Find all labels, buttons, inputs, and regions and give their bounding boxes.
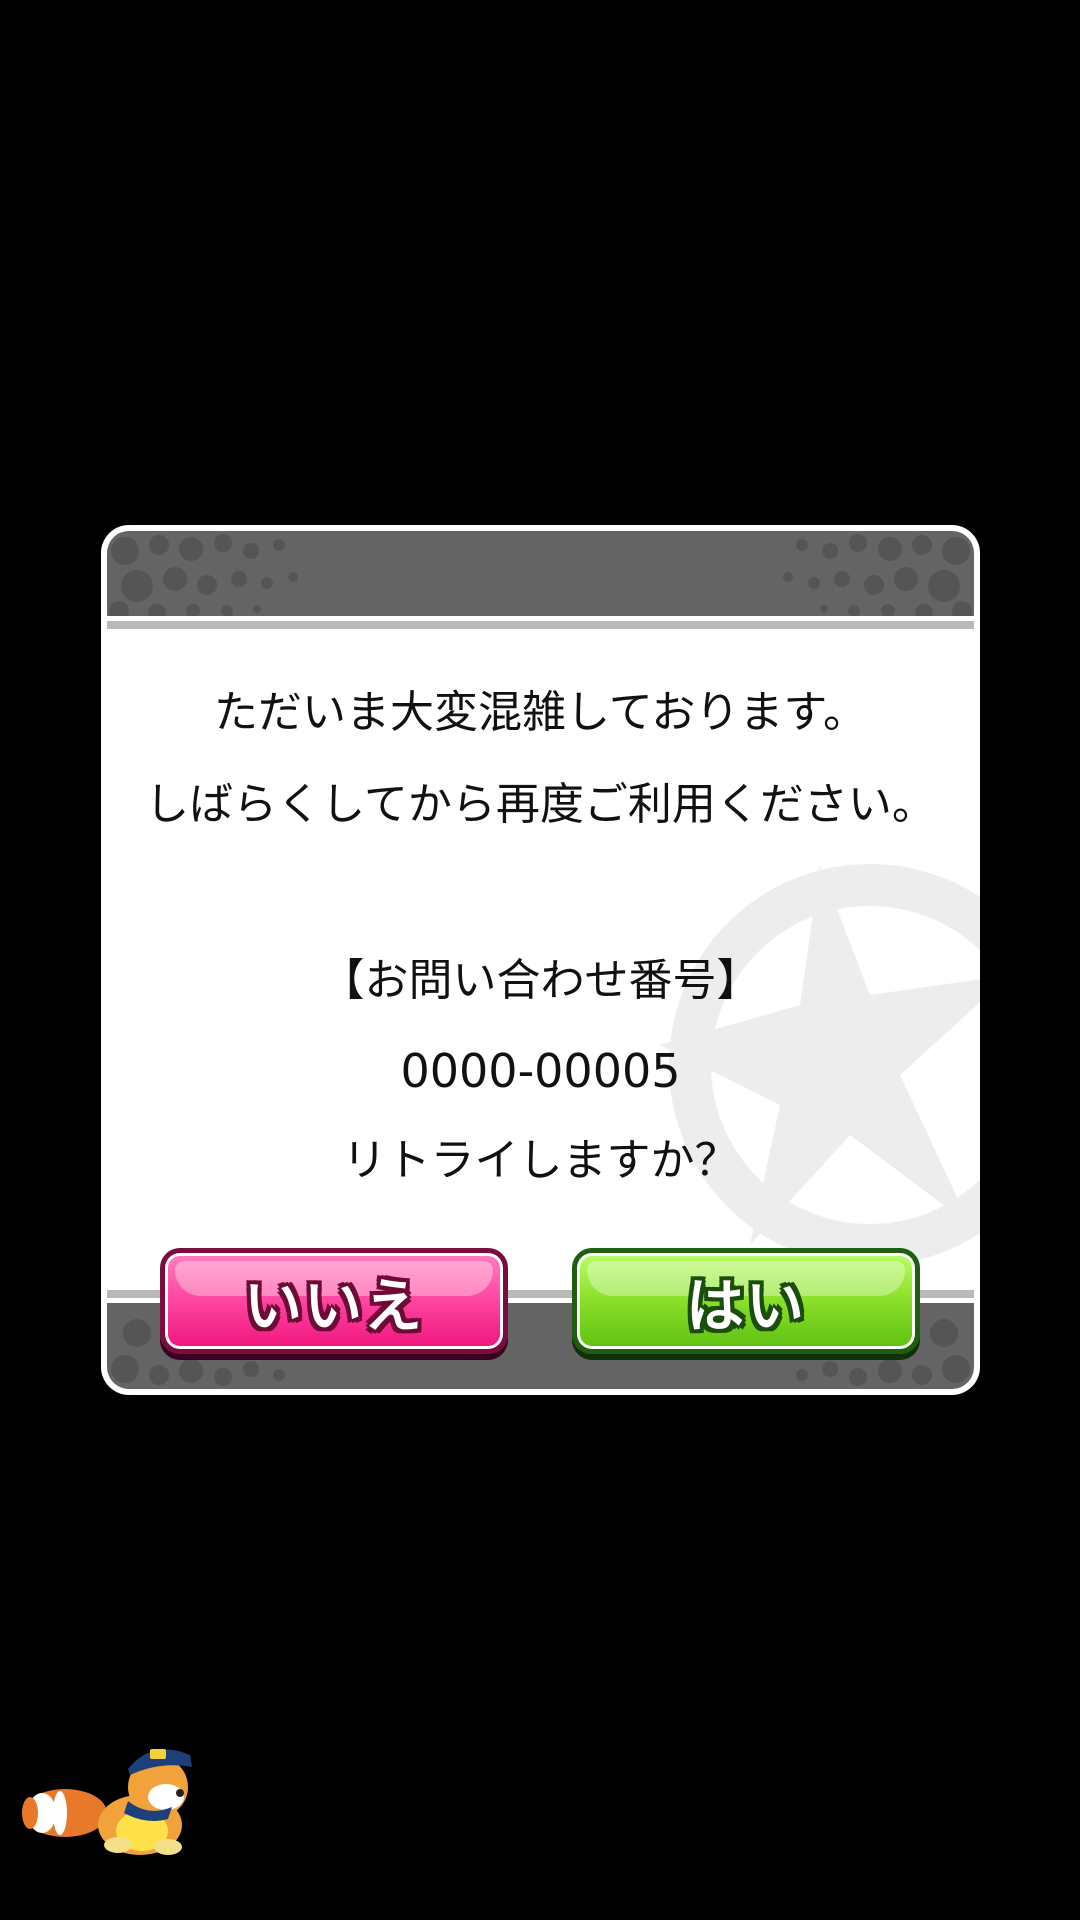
header-divider — [107, 621, 974, 629]
yes-button-label: はい — [685, 1272, 806, 1340]
dialog-header-band — [107, 531, 974, 616]
dots-pattern-icon — [109, 534, 298, 616]
contact-number-label: 【お問い合わせ番号】 — [320, 955, 761, 1006]
dots-pattern-icon — [783, 534, 972, 616]
yes-button[interactable]: はい — [572, 1248, 920, 1354]
message-line-2: しばらくしてから再度ご利用ください。 — [145, 779, 936, 830]
message-line-1: ただいま大変混雑しております。 — [214, 687, 867, 738]
retry-dialog: ただいま大変混雑しております。 しばらくしてから再度ご利用ください。 【お問い合… — [101, 525, 980, 1395]
screen: ただいま大変混雑しております。 しばらくしてから再度ご利用ください。 【お問い合… — [0, 0, 1080, 1920]
error-code: 0000-00005 — [400, 1044, 681, 1098]
retry-question: リトライしますか？ — [342, 1135, 739, 1186]
no-button-label: いいえ — [243, 1272, 424, 1340]
raccoon-mascot-icon — [22, 1749, 192, 1855]
no-button[interactable]: いいえ — [160, 1248, 508, 1354]
